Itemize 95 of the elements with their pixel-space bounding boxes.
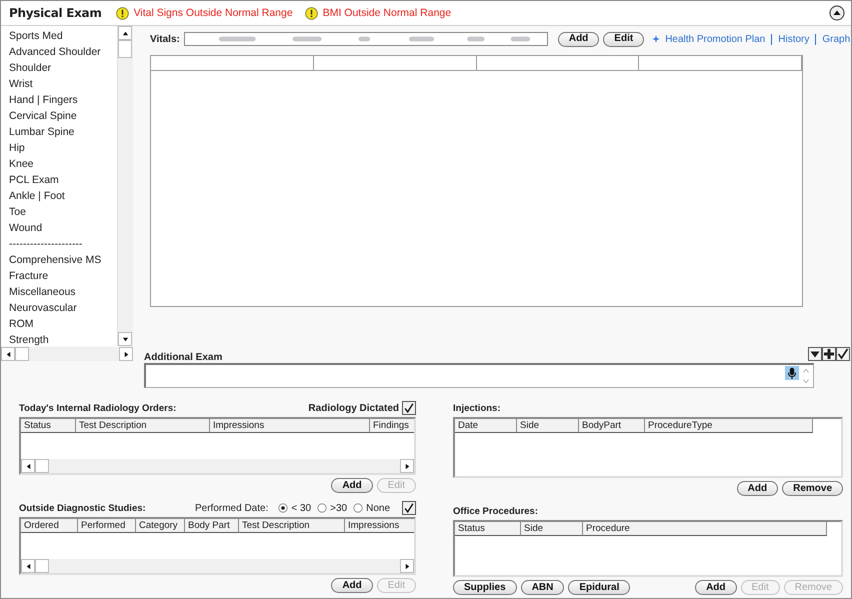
vitals-label: Vitals: xyxy=(150,34,180,44)
exam-list-item[interactable]: Ankle | Foot xyxy=(9,188,65,204)
column-header[interactable]: Status xyxy=(21,419,76,433)
exam-list-item[interactable]: Advanced Shoulder xyxy=(9,44,101,60)
procedure-button[interactable]: ABN xyxy=(520,580,564,595)
add-icon[interactable] xyxy=(822,347,836,361)
alert-text: BMI Outside Normal Range xyxy=(322,7,452,19)
exam-list-item[interactable]: Hip xyxy=(9,140,25,156)
column-header[interactable]: Test Description xyxy=(239,519,345,533)
column-header[interactable]: Test Description xyxy=(76,419,210,433)
exam-list-item[interactable]: Fracture xyxy=(9,268,48,284)
column-header[interactable]: Impressions xyxy=(210,419,370,433)
exam-list-item[interactable]: Wound xyxy=(9,220,42,236)
scroll-left-icon[interactable] xyxy=(24,462,32,470)
exam-list-item[interactable]: Wrist xyxy=(9,76,33,92)
exam-list-item[interactable]: --------------------- xyxy=(9,236,82,252)
column-header[interactable]: Impressions xyxy=(345,519,414,533)
vertical-scrollbar[interactable] xyxy=(117,26,133,346)
sparkle-icon xyxy=(652,35,660,43)
warning-icon xyxy=(304,6,318,20)
radio-icon[interactable] xyxy=(317,503,328,513)
procedure-button[interactable]: Epidural xyxy=(568,580,630,595)
scroll-right-icon[interactable] xyxy=(122,350,130,358)
exam-list-item[interactable]: Cervical Spine xyxy=(9,108,77,124)
vitals-button[interactable]: Edit xyxy=(603,32,644,46)
exam-list-item[interactable]: PCL Exam xyxy=(9,172,59,188)
table-button[interactable]: Add xyxy=(331,478,373,493)
exam-list-item[interactable]: Hand | Fingers xyxy=(9,92,78,108)
column-header[interactable]: Ordered xyxy=(21,519,78,533)
column-header[interactable]: Performed xyxy=(78,519,136,533)
vitals-link[interactable]: Health Promotion Plan xyxy=(665,34,766,44)
date-radio[interactable]: None xyxy=(353,502,390,514)
checkbox[interactable] xyxy=(402,501,416,515)
additional-exam-label: Additional Exam xyxy=(144,352,222,363)
column-header[interactable]: Body Part xyxy=(185,519,239,533)
exam-list-item[interactable]: Knee xyxy=(9,156,34,172)
table-button[interactable]: Add xyxy=(736,481,778,496)
scroll-down-icon[interactable] xyxy=(122,336,128,342)
scroll-thumb[interactable] xyxy=(15,347,29,361)
exam-list-item[interactable]: ROM xyxy=(9,316,34,332)
column-header[interactable]: Side xyxy=(517,419,579,433)
microphone-icon[interactable] xyxy=(785,366,799,380)
table-button[interactable]: Add xyxy=(331,578,373,593)
vitals-link[interactable]: History xyxy=(778,34,810,44)
exam-list-item[interactable]: Comprehensive MS xyxy=(9,252,102,268)
panel-title: Physical Exam xyxy=(9,6,102,20)
column-header[interactable]: Findings xyxy=(370,419,414,433)
exam-list-item[interactable]: Miscellaneous xyxy=(9,284,76,300)
section-title: Injections: xyxy=(453,402,501,414)
column-header[interactable]: ProcedureType xyxy=(645,419,813,433)
horizontal-scrollbar[interactable] xyxy=(21,559,414,573)
exam-list-item[interactable]: Strength xyxy=(9,332,49,346)
column-header[interactable]: Date xyxy=(455,419,517,433)
radio-icon[interactable] xyxy=(353,503,364,513)
exam-list-item[interactable]: Sports Med xyxy=(9,28,63,44)
section-title: Outside Diagnostic Studies: xyxy=(19,502,146,514)
radiology-dictated-label: Radiology Dictated xyxy=(308,402,399,414)
date-radio[interactable]: >30 xyxy=(317,502,348,514)
horizontal-scrollbar[interactable] xyxy=(1,347,133,361)
table-button[interactable]: Add xyxy=(695,580,737,595)
warning-icon xyxy=(116,6,129,20)
scroll-left-icon[interactable] xyxy=(4,350,12,358)
column-header[interactable]: Side xyxy=(521,522,583,536)
column-header[interactable]: BodyPart xyxy=(579,419,645,433)
section-title: Office Procedures: xyxy=(453,506,538,516)
procedure-button[interactable]: Supplies xyxy=(453,580,517,595)
scroll-left-icon[interactable] xyxy=(24,562,32,570)
collapse-button[interactable] xyxy=(829,5,845,21)
vitals-field[interactable] xyxy=(184,32,548,46)
vitals-button[interactable]: Add xyxy=(558,32,600,46)
scroll-thumb[interactable] xyxy=(35,559,49,573)
section-title: Today's Internal Radiology Orders: xyxy=(19,402,176,414)
scroll-up-icon[interactable] xyxy=(122,30,128,36)
date-radio[interactable]: < 30 xyxy=(278,502,312,514)
exam-list-item[interactable]: Neurovascular xyxy=(9,300,77,316)
radio-icon[interactable] xyxy=(278,503,288,513)
checkbox[interactable] xyxy=(402,401,416,415)
exam-list-item[interactable]: Toe xyxy=(9,204,26,220)
scroll-right-icon[interactable] xyxy=(404,462,410,470)
column-header[interactable]: Category xyxy=(136,519,185,533)
checkmark-icon[interactable] xyxy=(836,347,850,361)
scroll-thumb[interactable] xyxy=(118,40,132,58)
column-header[interactable]: Status xyxy=(455,522,521,536)
scroll-right-icon[interactable] xyxy=(404,562,410,570)
dropdown-icon[interactable] xyxy=(808,347,822,361)
alert-text: Vital Signs Outside Normal Range xyxy=(134,7,293,19)
exam-list-item[interactable]: Shoulder xyxy=(9,60,52,76)
exam-list-item[interactable]: Lumbar Spine xyxy=(9,124,74,140)
scroll-thumb[interactable] xyxy=(35,459,49,473)
vitals-link[interactable]: Graph xyxy=(822,34,850,44)
horizontal-scrollbar[interactable] xyxy=(21,459,414,473)
column-header[interactable]: Procedure xyxy=(583,522,827,536)
additional-exam-field[interactable] xyxy=(144,363,814,388)
table-button[interactable]: Remove xyxy=(782,481,843,496)
performed-date-label: Performed Date: xyxy=(195,502,268,514)
